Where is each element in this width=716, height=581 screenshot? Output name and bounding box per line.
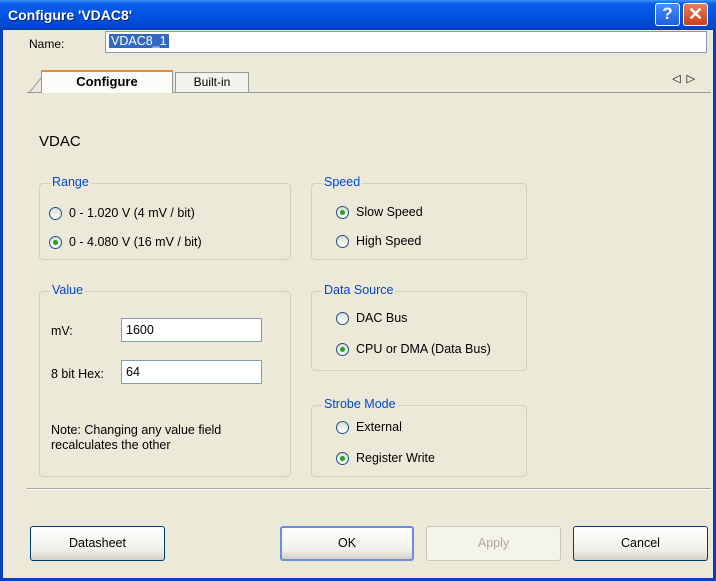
tab-built-in[interactable]: Built-in	[175, 72, 249, 92]
speed-option-slow[interactable]: Slow Speed	[336, 203, 423, 221]
radio-label: Slow Speed	[356, 205, 423, 219]
radio-button-selected[interactable]	[49, 235, 62, 249]
hex-label: 8 bit Hex:	[51, 367, 104, 381]
radio-button-selected[interactable]	[336, 342, 349, 356]
strobe-option-external[interactable]: External	[336, 418, 402, 436]
tab-configure[interactable]: Configure	[41, 70, 173, 93]
close-button[interactable]: ✕	[683, 3, 708, 26]
scroll-left-icon[interactable]: ◁	[672, 73, 686, 85]
range-option-1020[interactable]: 0 - 1.020 V (4 mV / bit)	[49, 204, 195, 222]
configure-dialog: Configure 'VDAC8' ? ✕ Name: VDAC8_1 Conf…	[0, 0, 716, 581]
radio-label: High Speed	[356, 234, 422, 248]
radio-label: CPU or DMA (Data Bus)	[356, 342, 491, 356]
data-source-option-cpu-dma[interactable]: CPU or DMA (Data Bus)	[336, 340, 491, 358]
help-icon: ?	[662, 4, 673, 23]
mv-label: mV:	[51, 324, 73, 338]
hex-input[interactable]: 64	[121, 360, 262, 384]
apply-button[interactable]: Apply	[426, 526, 561, 561]
radio-button[interactable]	[336, 234, 349, 248]
tab-strip: Configure Built-in ◁▷	[27, 67, 711, 93]
name-value: VDAC8_1	[109, 34, 169, 48]
footer-divider-highlight	[27, 489, 711, 490]
radio-button[interactable]	[336, 420, 349, 434]
title-bar[interactable]: Configure 'VDAC8' ? ✕	[0, 0, 716, 30]
scroll-right-icon[interactable]: ▷	[687, 73, 701, 85]
ok-button[interactable]: OK	[280, 526, 414, 561]
name-label: Name:	[29, 37, 65, 51]
cancel-button[interactable]: Cancel	[573, 526, 708, 561]
speed-group-title: Speed	[322, 175, 363, 189]
tab-scroll-arrows[interactable]: ◁▷	[672, 72, 701, 85]
speed-option-high[interactable]: High Speed	[336, 232, 421, 250]
data-source-group: Data Source	[311, 283, 527, 371]
radio-button[interactable]	[49, 206, 62, 220]
close-icon: ✕	[687, 4, 704, 24]
value-note: Note: Changing any value field recalcula…	[51, 423, 222, 452]
data-source-group-title: Data Source	[322, 283, 396, 297]
datasheet-button[interactable]: Datasheet	[30, 526, 165, 561]
data-source-option-dac-bus[interactable]: DAC Bus	[336, 309, 407, 327]
radio-label: 0 - 4.080 V (16 mV / bit)	[69, 235, 202, 249]
radio-label: DAC Bus	[356, 311, 408, 325]
value-group-title: Value	[50, 283, 86, 297]
radio-button-selected[interactable]	[336, 451, 349, 465]
radio-button[interactable]	[336, 311, 349, 325]
strobe-mode-group-title: Strobe Mode	[322, 397, 398, 411]
help-button[interactable]: ?	[655, 3, 680, 26]
strobe-option-register-write[interactable]: Register Write	[336, 449, 435, 467]
component-label: VDAC	[39, 133, 81, 150]
window-title: Configure 'VDAC8'	[8, 7, 133, 23]
name-field[interactable]: VDAC8_1	[105, 31, 707, 53]
radio-label: Register Write	[356, 451, 435, 465]
range-group-title: Range	[50, 175, 91, 189]
radio-label: External	[356, 420, 402, 434]
mv-input[interactable]: 1600	[121, 318, 262, 342]
radio-label: 0 - 1.020 V (4 mV / bit)	[69, 206, 195, 220]
radio-button-selected[interactable]	[336, 205, 349, 219]
range-option-4080[interactable]: 0 - 4.080 V (16 mV / bit)	[49, 233, 202, 251]
